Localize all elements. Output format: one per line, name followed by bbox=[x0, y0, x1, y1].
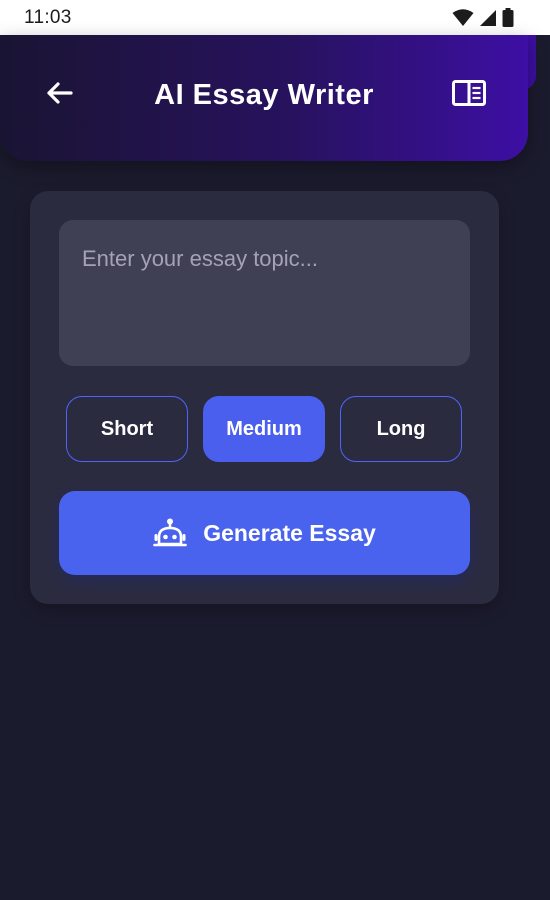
cellular-signal-icon bbox=[479, 9, 497, 27]
generate-button-label: Generate Essay bbox=[203, 519, 376, 546]
status-bar: 11:03 bbox=[0, 0, 550, 35]
length-option-label: Short bbox=[100, 417, 154, 440]
battery-icon bbox=[502, 8, 514, 27]
length-option-medium[interactable]: Medium bbox=[203, 396, 325, 462]
robot-icon bbox=[153, 518, 187, 548]
status-time: 11:03 bbox=[24, 6, 72, 28]
book-button[interactable] bbox=[449, 77, 489, 113]
length-option-label: Medium bbox=[226, 417, 302, 440]
length-option-long[interactable]: Long bbox=[340, 396, 462, 462]
status-icons bbox=[452, 8, 514, 27]
length-option-short[interactable]: Short bbox=[66, 396, 188, 462]
essay-form-card: Short Medium Long Generate Essa bbox=[30, 191, 499, 604]
topic-input[interactable] bbox=[59, 220, 470, 366]
app-header: AI Essay Writer bbox=[0, 35, 528, 161]
book-open-icon bbox=[452, 79, 486, 111]
generate-essay-button[interactable]: Generate Essay bbox=[59, 491, 470, 575]
wifi-icon bbox=[452, 8, 474, 27]
length-option-label: Long bbox=[376, 417, 426, 440]
app-screen: 11:03 AI Essay Writer Enter your essay t… bbox=[0, 0, 550, 900]
